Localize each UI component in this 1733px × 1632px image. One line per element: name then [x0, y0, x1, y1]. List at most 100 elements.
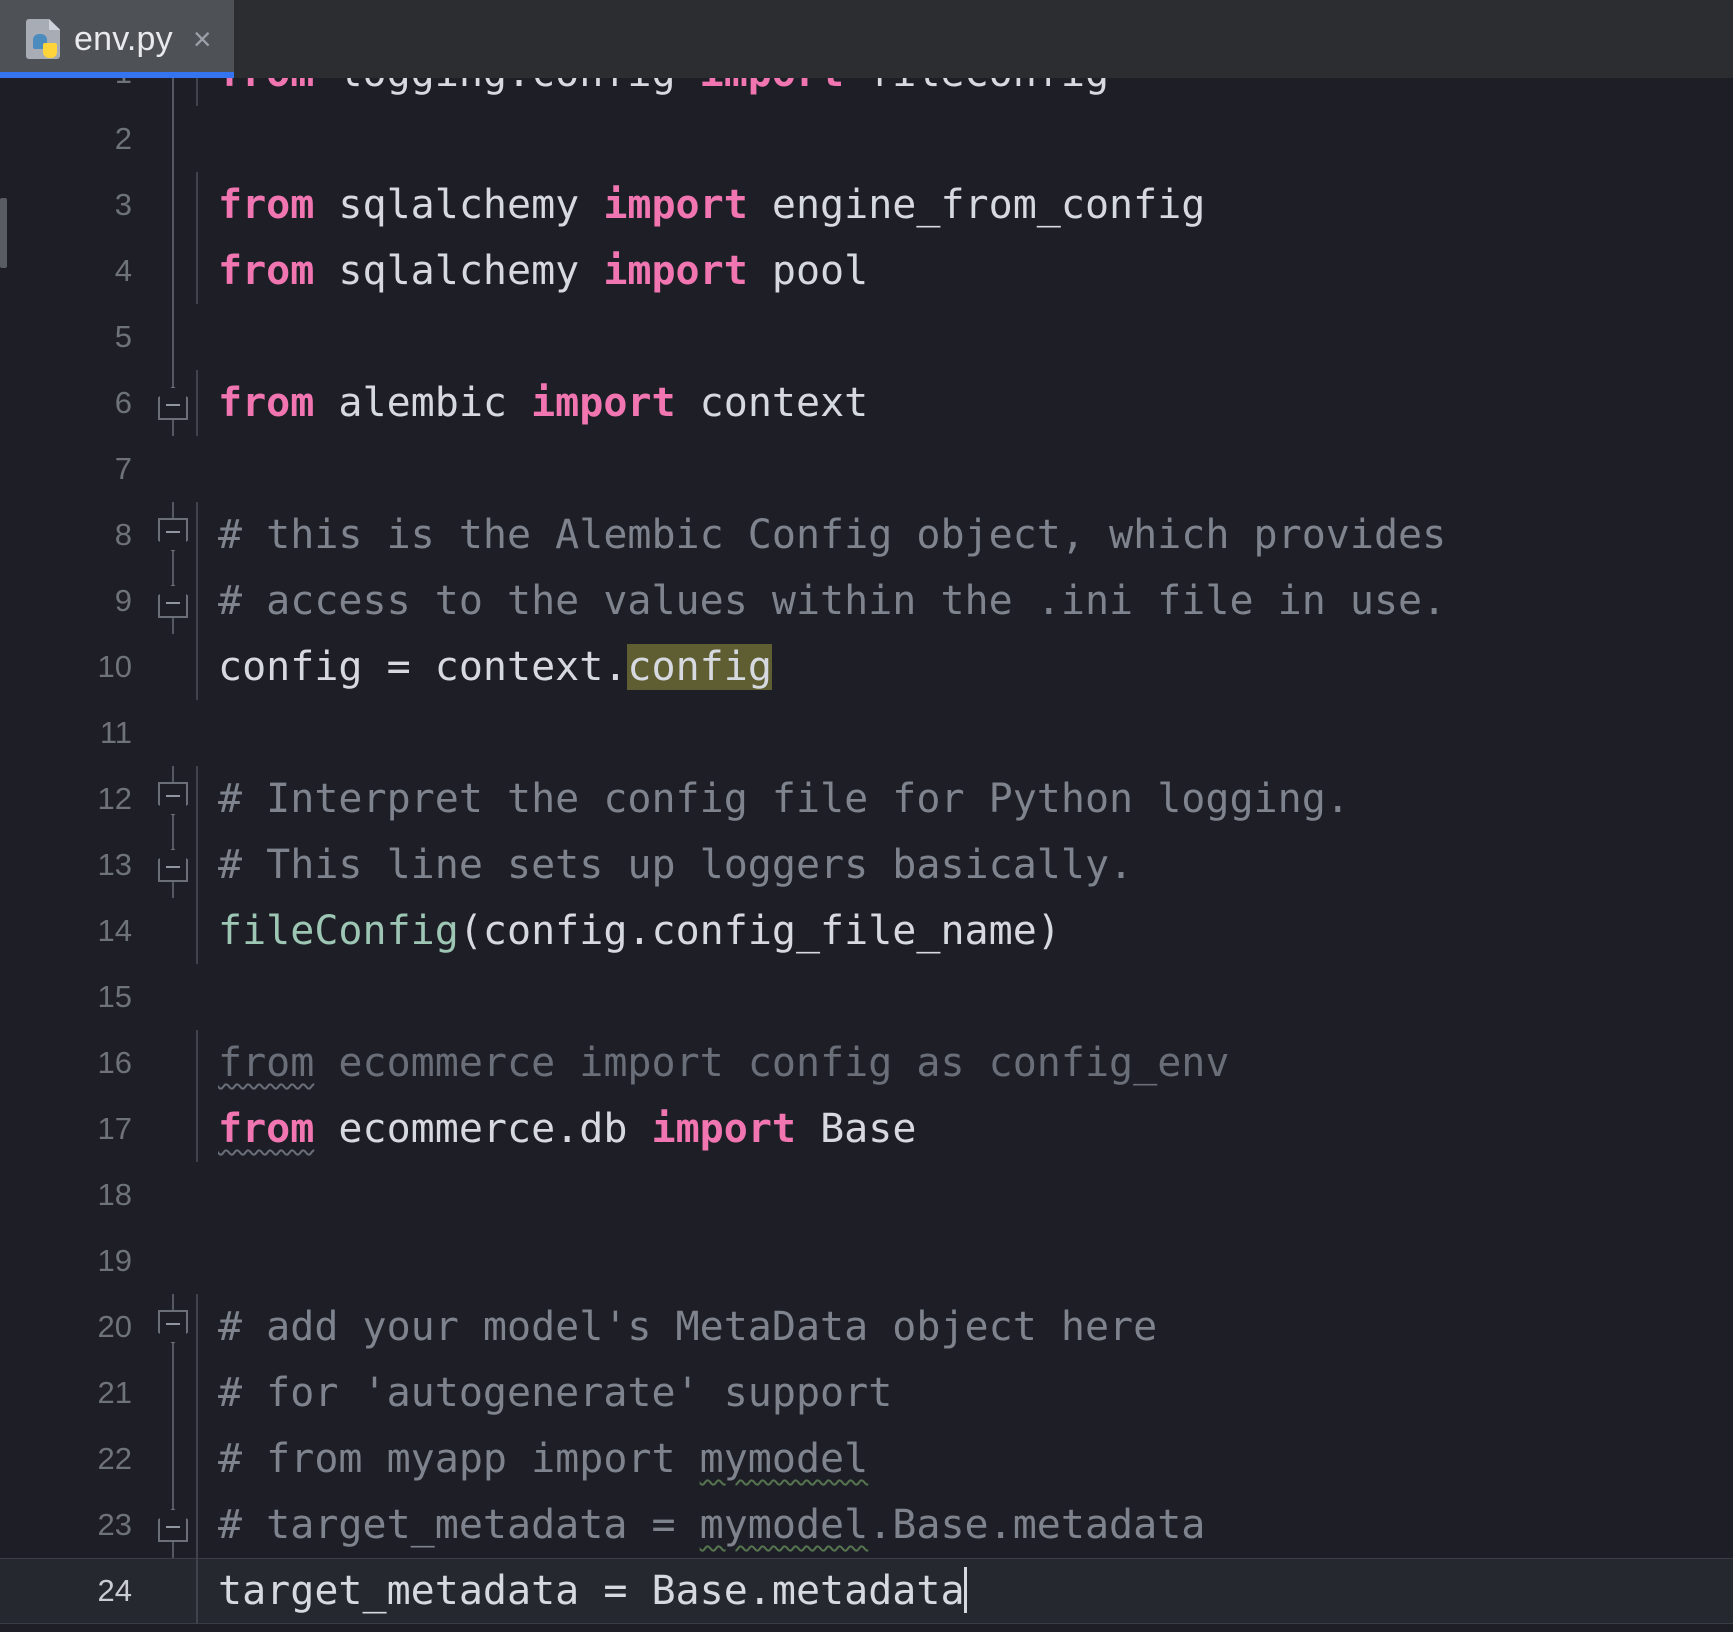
code-line[interactable]: 24target_metadata = Base.metadata	[0, 1558, 1733, 1624]
indent-guide	[196, 766, 198, 832]
fold-gutter[interactable]	[150, 1426, 196, 1492]
fold-gutter[interactable]	[150, 964, 196, 1030]
fold-gutter[interactable]	[150, 1294, 196, 1360]
fold-gutter[interactable]	[150, 1096, 196, 1162]
text-caret	[964, 1567, 967, 1613]
code-line[interactable]: 17from ecommerce.db import Base	[0, 1096, 1733, 1162]
code-line[interactable]: 3 from sqlalchemy import engine_from_conf…	[0, 172, 1733, 238]
fold-gutter[interactable]	[150, 106, 196, 172]
code-text[interactable]: config = context.config	[196, 634, 1733, 700]
code-text[interactable]: from sqlalchemy import pool	[196, 238, 1733, 304]
fold-region-start-icon[interactable]	[158, 518, 188, 552]
indent-guide	[196, 370, 198, 436]
code-text[interactable]: from alembic import context	[196, 370, 1733, 436]
fold-region-end-icon[interactable]	[158, 848, 188, 882]
fold-gutter[interactable]	[150, 436, 196, 502]
code-token: ecommerce	[314, 1040, 579, 1086]
line-number: 3	[0, 187, 150, 223]
code-text[interactable]: # for 'autogenerate' support	[196, 1360, 1733, 1426]
code-token: from	[218, 248, 314, 294]
code-line[interactable]: 9# access to the values within the .ini …	[0, 568, 1733, 634]
code-line[interactable]: 12# Interpret the config file for Python…	[0, 766, 1733, 832]
code-line[interactable]: 22# from myapp import mymodel	[0, 1426, 1733, 1492]
fold-gutter[interactable]	[150, 700, 196, 766]
code-text[interactable]: # access to the values within the .ini f…	[196, 568, 1733, 634]
code-text[interactable]: from ecommerce.db import Base	[196, 1096, 1733, 1162]
indent-guide	[196, 1426, 198, 1492]
indent-guide	[196, 1360, 198, 1426]
code-line[interactable]: 18	[0, 1162, 1733, 1228]
indent-guide	[196, 832, 198, 898]
code-line[interactable]: 8# this is the Alembic Config object, wh…	[0, 502, 1733, 568]
fold-gutter[interactable]	[150, 172, 196, 238]
fold-region-end-icon[interactable]	[158, 1508, 188, 1542]
fold-gutter[interactable]	[150, 766, 196, 832]
code-text[interactable]: # target_metadata = mymodel.Base.metadat…	[196, 1492, 1733, 1558]
fold-gutter[interactable]	[150, 832, 196, 898]
code-text[interactable]: # add your model's MetaData object here	[196, 1294, 1733, 1360]
fold-gutter[interactable]	[150, 1228, 196, 1294]
code-line[interactable]: 19	[0, 1228, 1733, 1294]
code-line[interactable]: 10config = context.config	[0, 634, 1733, 700]
code-line[interactable]: 16from ecommerce import config as config…	[0, 1030, 1733, 1096]
code-line[interactable]: 15	[0, 964, 1733, 1030]
close-icon[interactable]: ×	[193, 23, 212, 55]
code-token: from	[218, 78, 314, 96]
code-line[interactable]: 6from alembic import context	[0, 370, 1733, 436]
code-token: # access to the values within the .ini f…	[218, 578, 1446, 624]
code-line[interactable]: 11	[0, 700, 1733, 766]
code-token: config = context.	[218, 644, 627, 690]
fold-region-end-icon[interactable]	[158, 584, 188, 618]
code-text[interactable]: # from myapp import mymodel	[196, 1426, 1733, 1492]
code-text[interactable]: # This line sets up loggers basically.	[196, 832, 1733, 898]
python-file-icon	[26, 19, 60, 59]
code-token: sqlalchemy	[314, 182, 603, 228]
fold-gutter[interactable]	[150, 502, 196, 568]
code-line[interactable]: 2	[0, 106, 1733, 172]
fold-gutter[interactable]	[150, 1162, 196, 1228]
fold-gutter[interactable]	[150, 370, 196, 436]
code-line[interactable]: 20# add your model's MetaData object her…	[0, 1294, 1733, 1360]
code-text[interactable]: # Interpret the config file for Python l…	[196, 766, 1733, 832]
fold-guide-line	[172, 78, 174, 106]
code-token: Base	[796, 1106, 916, 1152]
code-text[interactable]: from sqlalchemy import engine_from_confi…	[196, 172, 1733, 238]
code-text[interactable]: from logging.config import fileConfig	[196, 78, 1733, 106]
code-token: engine_from_config	[748, 182, 1206, 228]
code-editor[interactable]: 1from logging.config import fileConfig23…	[0, 78, 1733, 1632]
fold-region-start-icon[interactable]	[158, 782, 188, 816]
fold-gutter[interactable]	[150, 78, 196, 106]
code-line[interactable]: 4 from sqlalchemy import pool	[0, 238, 1733, 304]
code-text[interactable]: target_metadata = Base.metadata	[196, 1558, 1733, 1624]
line-number: 4	[0, 253, 150, 289]
tab-env-py[interactable]: env.py ×	[0, 0, 234, 78]
fold-region-end-icon[interactable]	[158, 386, 188, 420]
fold-gutter[interactable]	[150, 1558, 196, 1624]
fold-gutter[interactable]	[150, 1030, 196, 1096]
code-line[interactable]: 23# target_metadata = mymodel.Base.metad…	[0, 1492, 1733, 1558]
fold-gutter[interactable]	[150, 568, 196, 634]
fold-region-start-icon[interactable]	[158, 1310, 188, 1344]
fold-gutter[interactable]	[150, 1492, 196, 1558]
code-text[interactable]: from ecommerce import config as config_e…	[196, 1030, 1733, 1096]
code-line[interactable]: 21# for 'autogenerate' support	[0, 1360, 1733, 1426]
fold-gutter[interactable]	[150, 1360, 196, 1426]
indent-guide	[196, 78, 198, 106]
fold-gutter[interactable]	[150, 238, 196, 304]
indent-guide	[196, 1558, 198, 1624]
code-line[interactable]: 1from logging.config import fileConfig	[0, 78, 1733, 106]
line-number: 18	[0, 1177, 150, 1213]
code-line[interactable]: 5	[0, 304, 1733, 370]
fold-gutter[interactable]	[150, 634, 196, 700]
fold-gutter[interactable]	[150, 898, 196, 964]
fold-gutter[interactable]	[150, 304, 196, 370]
code-line[interactable]: 13# This line sets up loggers basically.	[0, 832, 1733, 898]
code-token: # from myapp import	[218, 1436, 700, 1482]
fold-guide-line	[172, 304, 174, 370]
code-text[interactable]: # this is the Alembic Config object, whi…	[196, 502, 1733, 568]
code-token: .Base.metadata	[868, 1502, 1205, 1548]
code-line[interactable]: 14fileConfig(config.config_file_name)	[0, 898, 1733, 964]
code-token: import	[700, 78, 845, 96]
code-text[interactable]: fileConfig(config.config_file_name)	[196, 898, 1733, 964]
code-line[interactable]: 7	[0, 436, 1733, 502]
